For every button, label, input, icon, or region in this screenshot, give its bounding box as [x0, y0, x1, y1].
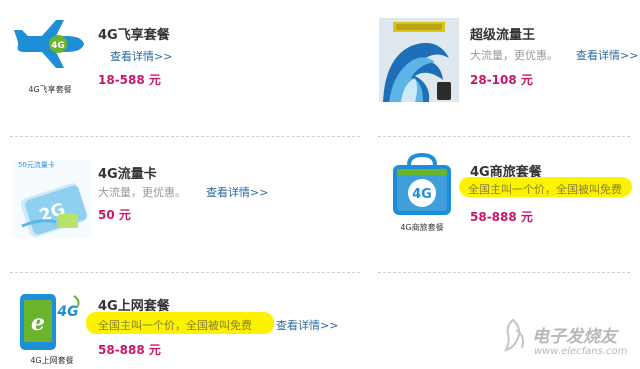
product-desc: 全国主叫一个价，全国被叫免费 [468, 183, 622, 196]
watermark-url: www.elecfans.com [534, 346, 628, 357]
separator-right-2 [378, 272, 630, 273]
svg-text:4G: 4G [51, 41, 65, 51]
view-details-link[interactable]: 查看详情>> [576, 47, 638, 63]
watermark-logo-icon [496, 318, 530, 352]
svg-text:e: e [31, 310, 45, 336]
separator-left-1 [10, 136, 360, 137]
product-desc: 全国主叫一个价，全国被叫免费 [98, 319, 252, 332]
icon-caption: 4G飞享套餐 [28, 85, 72, 94]
svg-text:4G: 4G [412, 187, 432, 202]
product-price: 28-108 元 [470, 73, 533, 87]
product-title: 超级流量王 [470, 28, 536, 43]
phone-4g-icon: e 4G [18, 288, 84, 352]
watermark-name: 电子发烧友 [532, 327, 617, 347]
view-details-link[interactable]: 查看详情>> [276, 317, 338, 333]
shopping-bag-icon: 4G [391, 152, 453, 217]
product-price: 18-588 元 [98, 73, 161, 87]
product-desc: 大流量，更优惠。 [470, 49, 558, 62]
wave-icon [379, 18, 459, 102]
product-price: 50 元 [98, 208, 131, 222]
product-price: 58-888 元 [470, 210, 533, 224]
airplane-icon: 4G [12, 18, 86, 70]
product-desc: 大流量，更优惠。 [98, 186, 186, 199]
svg-text:4G: 4G [56, 304, 78, 320]
product-title: 4G飞享套餐 [98, 28, 170, 43]
view-details-link[interactable]: 查看详情>> [110, 48, 172, 64]
separator-left-2 [10, 272, 360, 273]
product-title: 4G流量卡 [98, 167, 157, 182]
icon-caption: 4G上网套餐 [30, 356, 74, 365]
icon-badge: 50元流量卡 [18, 161, 55, 169]
sim-card-icon: 2G [12, 160, 92, 238]
icon-caption: 4G商旅套餐 [400, 223, 444, 232]
view-details-link[interactable]: 查看详情>> [206, 184, 268, 200]
separator-right-1 [378, 136, 630, 137]
product-price: 58-888 元 [98, 343, 161, 357]
